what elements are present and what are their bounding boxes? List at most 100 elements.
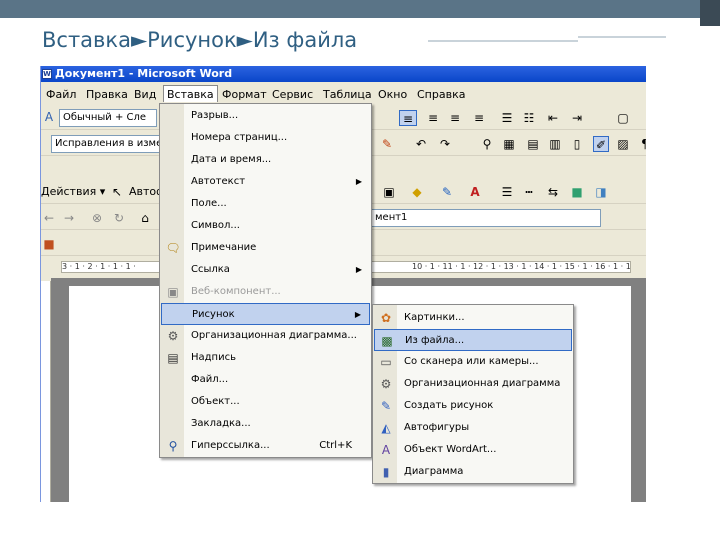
word-app-icon: W <box>42 69 52 79</box>
submenu-arrow-icon: ▶ <box>355 265 362 274</box>
actions-menu[interactable]: Действия ▾ <box>41 185 105 198</box>
menu-item-3[interactable]: Дата и время... <box>161 149 370 171</box>
columns-icon[interactable]: ▯ <box>569 136 585 152</box>
3d-icon[interactable]: ◨ <box>593 184 609 200</box>
hyperlink-toolbar-icon[interactable]: ⚲ <box>479 136 495 152</box>
clipboard-icon[interactable]: ■ <box>41 236 57 252</box>
forward-icon[interactable]: → <box>61 210 77 226</box>
menu-help[interactable]: Справка <box>414 86 468 103</box>
redo-icon[interactable]: ↷ <box>437 136 453 152</box>
insert-comment-icon[interactable]: ✎ <box>379 136 395 152</box>
styles-icon[interactable]: A <box>41 109 57 125</box>
menu-item-1[interactable]: Разрыв... <box>161 105 370 127</box>
home-icon[interactable]: ⌂ <box>137 210 153 226</box>
line-spacing-icon[interactable]: ≡ <box>471 110 487 126</box>
menu-item-6[interactable]: Символ... <box>161 215 370 237</box>
bullets-icon[interactable]: ☷ <box>521 110 537 126</box>
decrease-indent-icon[interactable]: ⇤ <box>545 110 561 126</box>
window-titlebar: W Документ1 - Microsoft Word <box>41 66 646 82</box>
menu-item-label: Создать рисунок <box>404 400 494 411</box>
excel-sheet-icon[interactable]: ▥ <box>547 136 563 152</box>
menu-window[interactable]: Окно <box>375 86 410 103</box>
menu-item-5[interactable]: ✎ Создать рисунок <box>374 395 572 417</box>
insert-table-icon[interactable]: ▤ <box>525 136 541 152</box>
menu-item-10[interactable]: Рисунок ▶ <box>161 303 370 325</box>
increase-indent-icon[interactable]: ⇥ <box>569 110 585 126</box>
web-component-icon: ▣ <box>167 285 179 299</box>
menu-item-5[interactable]: Поле... <box>161 193 370 215</box>
menu-item-4[interactable]: ⚙ Организационная диаграмма <box>374 373 572 395</box>
track-changes-combo[interactable]: Исправления в измене <box>51 135 161 153</box>
menu-item-2[interactable]: Номера страниц... <box>161 127 370 149</box>
menu-tools[interactable]: Сервис <box>269 86 316 103</box>
menu-item-label: Поле... <box>191 198 227 209</box>
menu-edit[interactable]: Правка <box>83 86 131 103</box>
menu-item-3[interactable]: ▭ Со сканера или камеры... <box>374 351 572 373</box>
font-color-icon[interactable]: A <box>467 184 483 200</box>
menu-item-7[interactable]: A Объект WordArt... <box>374 439 572 461</box>
menu-item-1[interactable]: ✿ Картинки... <box>374 307 572 329</box>
menu-item-label: Организационная диаграмма <box>404 378 561 389</box>
slide-corner-block <box>700 0 720 26</box>
menu-item-label: Картинки... <box>404 312 465 323</box>
menu-item-7[interactable]: 🗨 Примечание <box>161 237 370 259</box>
menu-item-6[interactable]: ◭ Автофигуры <box>374 417 572 439</box>
menu-item-15[interactable]: Закладка... <box>161 413 370 435</box>
document-map-icon[interactable]: ▨ <box>615 136 631 152</box>
menu-item-4[interactable]: Автотекст ▶ <box>161 171 370 193</box>
menu-view[interactable]: Вид <box>131 86 159 103</box>
picture-from-file-icon: ▩ <box>381 334 393 348</box>
align-center-icon[interactable]: ≡ <box>425 110 441 126</box>
menu-item-label: Автофигуры <box>404 422 470 433</box>
shadow-icon[interactable]: ■ <box>569 184 585 200</box>
stop-icon[interactable]: ⊗ <box>89 210 105 226</box>
undo-icon[interactable]: ↶ <box>413 136 429 152</box>
textbox-icon: ▤ <box>167 351 179 365</box>
slide-top-bar <box>0 0 720 18</box>
tables-borders-icon[interactable]: ▦ <box>501 136 517 152</box>
menu-item-label: Со сканера или камеры... <box>404 356 539 367</box>
style-combo[interactable]: Обычный + Сле <box>59 109 157 127</box>
align-right-icon[interactable]: ≡ <box>447 110 463 126</box>
menu-item-16[interactable]: ⚲ Гиперссылка... Ctrl+K <box>161 435 370 457</box>
menu-item-8[interactable]: ▮ Диаграмма <box>374 461 572 483</box>
drawing-toggle-icon[interactable]: ✐ <box>593 136 609 152</box>
menu-item-2[interactable]: ▩ Из файла... <box>374 329 572 351</box>
menu-item-14[interactable]: Объект... <box>161 391 370 413</box>
menu-insert[interactable]: Вставка <box>163 85 218 102</box>
clipart-icon: ✿ <box>380 311 392 325</box>
submenu-arrow-icon: ▶ <box>354 310 361 319</box>
ruler-left-ticks: 3 · 1 · 2 · 1 · 1 · 1 · <box>62 262 136 271</box>
back-icon[interactable]: ← <box>41 210 57 226</box>
borders-icon[interactable]: ▢ <box>615 110 631 126</box>
submenu-arrow-icon: ▶ <box>355 177 362 186</box>
select-pointer-icon[interactable]: ↖ <box>109 184 125 200</box>
window-title: Документ1 - Microsoft Word <box>55 67 233 80</box>
menu-table[interactable]: Таблица <box>320 86 375 103</box>
line-style-icon[interactable]: ☰ <box>499 184 515 200</box>
menu-file[interactable]: Файл <box>43 86 79 103</box>
show-marks-icon[interactable]: ¶ <box>637 136 646 152</box>
slide-title: Вставка►Рисунок►Из файла <box>42 28 358 52</box>
menu-item-9: ▣ Веб-компонент... <box>161 281 370 303</box>
arrow-style-icon[interactable]: ⇆ <box>545 184 561 200</box>
menu-bar: Файл Правка Вид Вставка Формат Сервис Та… <box>41 84 646 104</box>
menu-item-8[interactable]: Ссылка ▶ <box>161 259 370 281</box>
vertical-ruler[interactable] <box>41 281 51 502</box>
insert-picture-toolbar-icon[interactable]: ▣ <box>381 184 397 200</box>
refresh-icon[interactable]: ↻ <box>111 210 127 226</box>
menu-item-13[interactable]: Файл... <box>161 369 370 391</box>
menu-item-label: Закладка... <box>191 418 251 429</box>
line-color-icon[interactable]: ✎ <box>439 184 455 200</box>
menu-item-12[interactable]: ▤ Надпись <box>161 347 370 369</box>
menu-item-label: Рисунок <box>192 309 235 320</box>
align-left-icon[interactable]: ≡ <box>399 110 417 126</box>
insert-menu-dropdown: Разрыв... Номера страниц... Дата и время..… <box>159 103 372 458</box>
menu-item-shortcut: Ctrl+K <box>319 440 352 451</box>
menu-format[interactable]: Формат <box>219 86 270 103</box>
numbering-icon[interactable]: ☰ <box>499 110 515 126</box>
menu-item-11[interactable]: ⚙ Организационная диаграмма... <box>161 325 370 347</box>
fill-color-icon[interactable]: ◆ <box>409 184 425 200</box>
address-combo[interactable]: мент1 <box>371 209 601 227</box>
dash-style-icon[interactable]: ┅ <box>521 184 537 200</box>
